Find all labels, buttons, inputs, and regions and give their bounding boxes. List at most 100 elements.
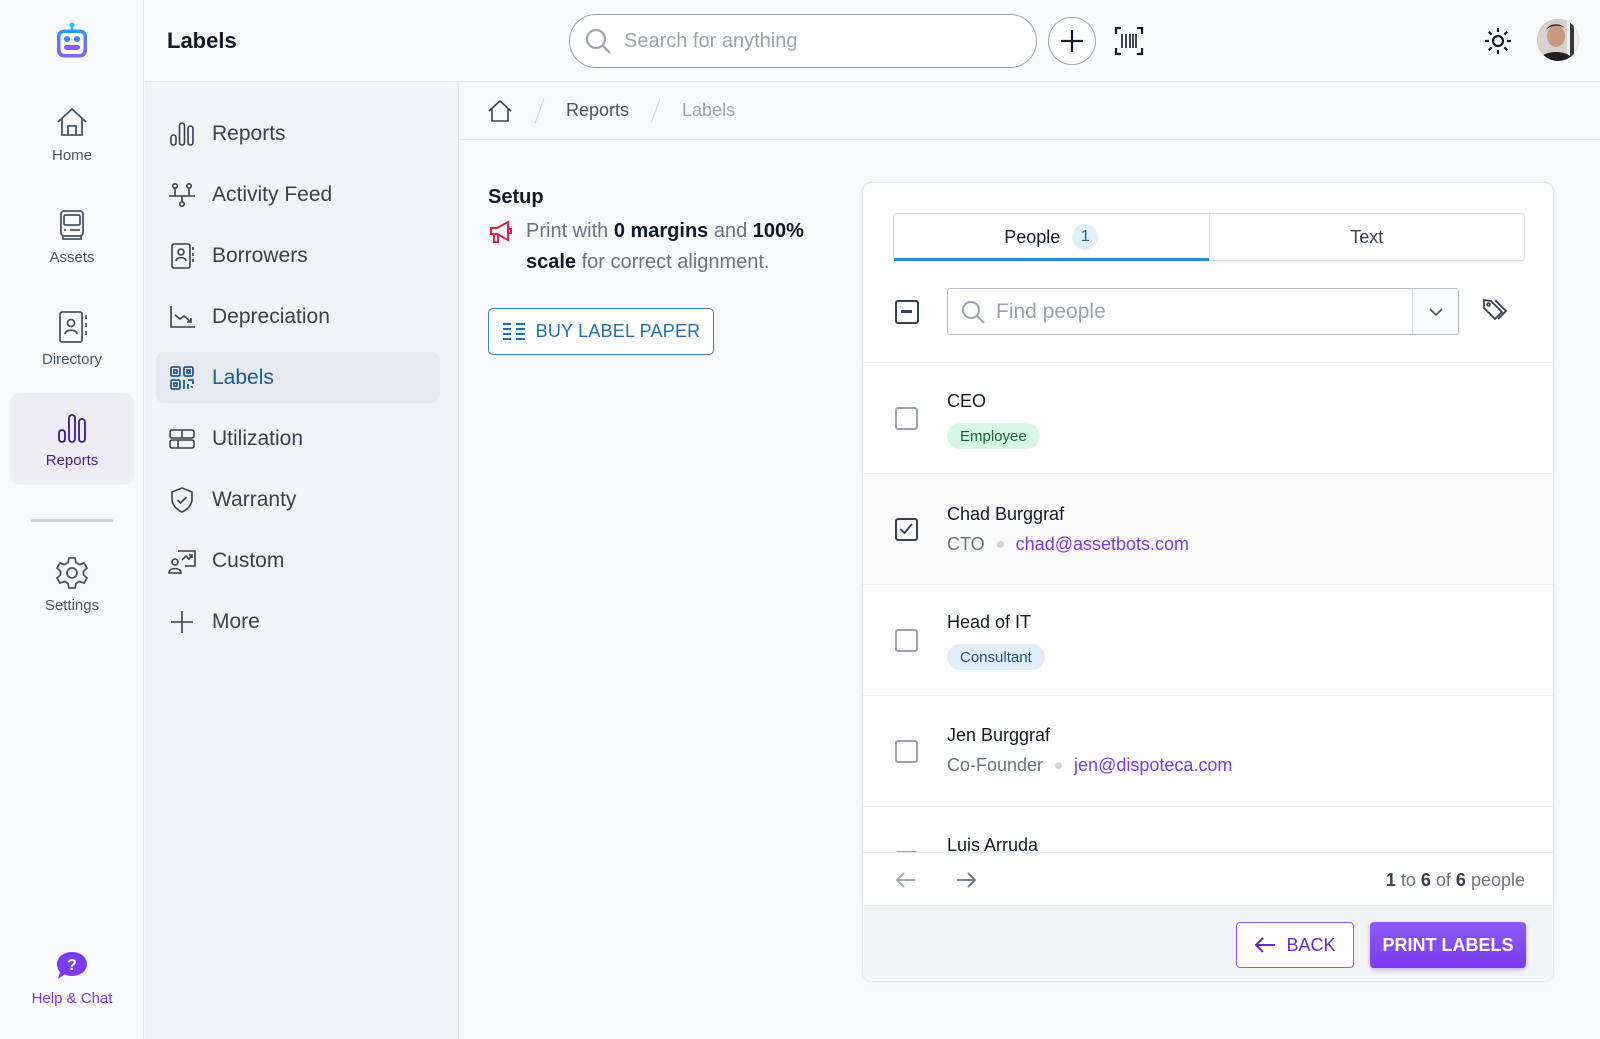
breadcrumb-current: Labels <box>682 100 736 120</box>
rail-item-directory[interactable]: Directory <box>10 292 134 384</box>
chevron-down-icon <box>1428 307 1443 316</box>
page-title: Labels <box>167 28 237 53</box>
contact-book-icon <box>171 242 194 269</box>
person-name: Chad Burggraf <box>947 504 1065 524</box>
person-name: Jen Burggraf <box>947 725 1051 745</box>
row-checkbox[interactable] <box>895 629 918 652</box>
rail-item-label: Directory <box>41 350 102 368</box>
select-all-checkbox[interactable] <box>895 300 919 324</box>
setup-text: Print with 0 margins and 100% scale for … <box>526 220 804 273</box>
shield-check-icon <box>171 486 193 513</box>
find-people-dropdown-toggle[interactable] <box>1412 289 1458 334</box>
list-item[interactable]: Luis Arruda <box>863 807 1553 852</box>
pagination: 1 to 6 of 6 people <box>863 852 1553 905</box>
barcode-scan-button[interactable] <box>1112 24 1146 58</box>
subnav-item-label: Borrowers <box>212 243 308 267</box>
rail-item-settings[interactable]: Settings <box>10 538 134 630</box>
rail-item-label: Reports <box>45 451 99 469</box>
table-icon <box>169 428 195 449</box>
check-icon <box>899 523 913 535</box>
help-chat-label: Help & Chat <box>31 990 113 1007</box>
quick-add-button[interactable] <box>1048 17 1096 65</box>
find-people-field[interactable] <box>947 288 1459 335</box>
tab-label: People <box>1004 226 1061 247</box>
person-email-link[interactable]: jen@dispoteca.com <box>1074 755 1232 776</box>
subnav-item-borrowers[interactable]: Borrowers <box>156 230 440 281</box>
bar-chart-icon <box>170 121 194 146</box>
tab-text[interactable]: Text <box>1208 214 1525 260</box>
rail-item-reports[interactable]: Reports <box>10 393 134 485</box>
home-icon[interactable] <box>487 98 513 124</box>
subnav-item-custom[interactable]: Custom <box>156 535 440 586</box>
tab-label: Text <box>1350 226 1384 247</box>
rail-item-assets[interactable]: Assets <box>10 190 134 282</box>
people-list: CEO Employee Chad Burggraf CTO chad@asse… <box>863 362 1553 852</box>
person-name: Luis Arruda <box>947 835 1039 852</box>
megaphone-icon <box>490 220 512 243</box>
labels-main: Setup Print with 0 margins and 100% scal… <box>460 140 1600 1039</box>
row-checkbox[interactable] <box>895 407 918 430</box>
back-button-label: BACK <box>1286 934 1336 955</box>
person-name: CEO <box>947 391 987 411</box>
assetbots-logo-icon[interactable] <box>52 20 92 60</box>
search-icon <box>962 300 985 324</box>
subnav-item-labels[interactable]: Labels <box>156 352 440 403</box>
plus-icon <box>171 610 193 633</box>
global-search[interactable] <box>569 14 1037 68</box>
rail-item-label: Settings <box>44 596 100 614</box>
selected-count-badge: 1 <box>1072 224 1099 250</box>
qr-code-icon <box>170 365 194 390</box>
tab-people[interactable]: People 1 <box>894 214 1209 261</box>
search-icon <box>585 28 611 54</box>
help-chat-icon: ? <box>57 952 87 979</box>
person-type-badge: Employee <box>947 423 1040 449</box>
arrow-left-icon <box>1255 937 1276 953</box>
tag-filter-button[interactable] <box>1481 296 1511 326</box>
setup-title: Setup <box>488 186 544 208</box>
rail-item-home[interactable]: Home <box>10 88 134 180</box>
find-people-input[interactable] <box>996 299 1396 324</box>
theme-toggle-button[interactable] <box>1483 26 1513 56</box>
buy-label-paper-label: BUY LABEL PAPER <box>535 321 701 341</box>
sun-icon <box>1485 28 1511 54</box>
print-labels-button[interactable]: PRINT LABELS <box>1370 922 1526 968</box>
subnav-item-reports[interactable]: Reports <box>156 108 440 159</box>
arrow-left-icon[interactable] <box>893 867 919 893</box>
person-title: Co-Founder <box>947 755 1044 775</box>
list-item[interactable]: CEO Employee <box>863 363 1553 474</box>
list-item[interactable]: Jen Burggraf Co-Founder jen@dispoteca.co… <box>863 696 1553 807</box>
help-chat-button[interactable]: ? Help & Chat <box>10 950 134 1007</box>
back-button[interactable]: BACK <box>1236 922 1354 968</box>
subnav-item-utilization[interactable]: Utilization <box>156 413 440 464</box>
reports-subnav: Reports Activity Feed Borrowers Deprecia… <box>145 82 459 1039</box>
subnav-item-activity-feed[interactable]: Activity Feed <box>156 169 440 220</box>
gear-icon <box>55 556 89 589</box>
subnav-item-warranty[interactable]: Warranty <box>156 474 440 525</box>
breadcrumb-separator <box>650 98 661 123</box>
list-item[interactable]: Head of IT Consultant <box>863 585 1553 696</box>
row-checkbox[interactable] <box>895 740 918 763</box>
row-checkbox[interactable] <box>895 518 918 541</box>
setup-note: Print with 0 margins and 100% scale for … <box>488 216 818 278</box>
contact-book-icon <box>59 310 87 343</box>
subnav-item-depreciation[interactable]: Depreciation <box>156 291 440 342</box>
buy-label-paper-button[interactable]: BUY LABEL PAPER <box>488 308 714 355</box>
separator-dot <box>1055 762 1063 769</box>
separator-dot <box>996 541 1004 548</box>
person-email-link[interactable]: chad@assetbots.com <box>1016 534 1189 555</box>
breadcrumb-reports-link[interactable]: Reports <box>566 100 629 121</box>
person-name: Head of IT <box>947 612 1032 632</box>
rail-item-label: Assets <box>49 248 95 266</box>
subnav-item-label: Utilization <box>212 426 304 450</box>
user-avatar[interactable] <box>1537 19 1579 61</box>
arrow-right-icon[interactable] <box>953 867 979 893</box>
app-rail: Home Assets Directory Reports Settings ?… <box>0 0 144 1039</box>
list-icon <box>502 322 525 340</box>
svg-text:?: ? <box>67 957 77 974</box>
list-item[interactable]: Chad Burggraf CTO chad@assetbots.com <box>863 474 1553 585</box>
subnav-item-more[interactable]: More <box>156 596 440 647</box>
breadcrumb-separator <box>534 98 545 123</box>
tags-icon <box>1483 298 1508 321</box>
global-search-input[interactable] <box>624 29 1004 53</box>
label-source-tabs: People 1 Text <box>893 213 1525 261</box>
